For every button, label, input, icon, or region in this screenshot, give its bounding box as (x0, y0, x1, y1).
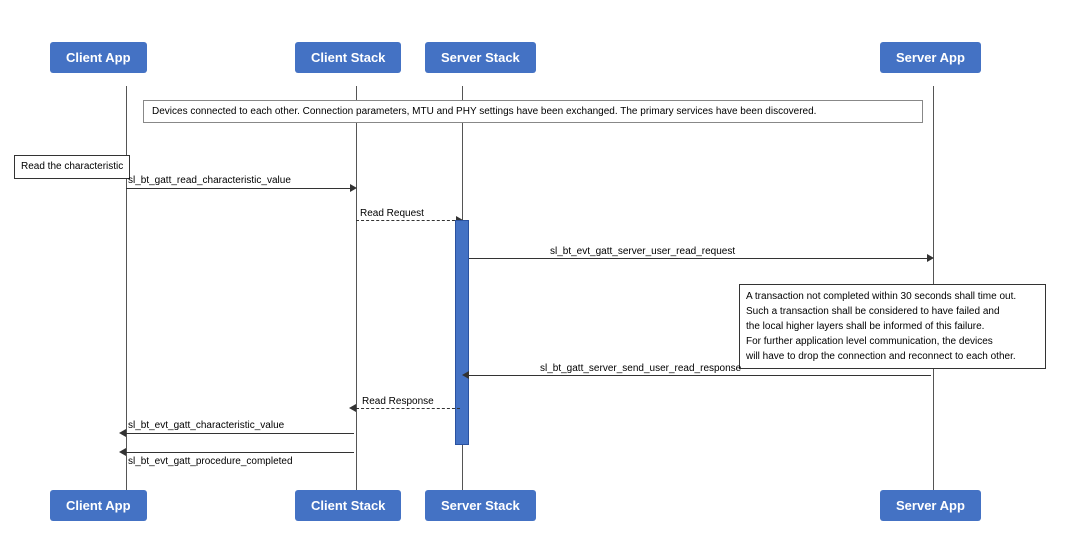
note-timeout-line5: will have to drop the connection and rec… (746, 351, 1016, 362)
label-read-request: Read Request (360, 208, 424, 219)
arrowhead-gatt-procedure-completed (119, 448, 126, 456)
actor-client-app-top: Client App (50, 42, 147, 73)
arrow-read-response (356, 408, 460, 409)
arrowhead-send-user-read-response (462, 371, 469, 379)
label-gatt-char-value: sl_bt_evt_gatt_characteristic_value (128, 420, 284, 431)
arrow-read-char-value (126, 188, 354, 189)
note-timeout-line2: Such a transaction shall be considered t… (746, 306, 1000, 317)
note-timeout-line1: A transaction not completed within 30 se… (746, 291, 1016, 302)
actor-server-stack-top: Server Stack (425, 42, 536, 73)
arrow-server-user-read-request (469, 258, 931, 259)
actor-client-app-bot: Client App (50, 490, 147, 521)
diagram-container: Client App Client Stack Server Stack Ser… (0, 0, 1084, 535)
arrow-read-request (356, 220, 460, 221)
label-send-user-read-response: sl_bt_gatt_server_send_user_read_respons… (540, 363, 741, 374)
arrow-send-user-read-response (469, 375, 931, 376)
actor-client-stack-top: Client Stack (295, 42, 401, 73)
label-read-response: Read Response (362, 396, 434, 407)
arrowhead-server-user-read-request (927, 254, 934, 262)
lifeline-client-stack (356, 86, 357, 490)
label-gatt-procedure-completed: sl_bt_evt_gatt_procedure_completed (128, 456, 293, 467)
note-timeout: A transaction not completed within 30 se… (739, 284, 1046, 369)
arrow-gatt-procedure-completed (126, 452, 354, 453)
arrowhead-gatt-char-value (119, 429, 126, 437)
label-read-char-value: sl_bt_gatt_read_characteristic_value (128, 175, 291, 186)
actor-server-app-top: Server App (880, 42, 981, 73)
lifeline-client-app (126, 86, 127, 490)
actor-client-stack-bot: Client Stack (295, 490, 401, 521)
note-read-characteristic: Read the characteristic (14, 155, 130, 179)
note-timeout-line3: the local higher layers shall be informe… (746, 321, 984, 332)
description-box: Devices connected to each other. Connect… (143, 100, 923, 123)
label-server-user-read-request: sl_bt_evt_gatt_server_user_read_request (550, 246, 735, 257)
note-timeout-line4: For further application level communicat… (746, 336, 993, 347)
activation-bar-server-stack (455, 220, 469, 445)
actor-server-app-bot: Server App (880, 490, 981, 521)
arrowhead-read-response (349, 404, 356, 412)
actor-server-stack-bot: Server Stack (425, 490, 536, 521)
arrowhead-read-char-value (350, 184, 357, 192)
arrow-gatt-char-value (126, 433, 354, 434)
